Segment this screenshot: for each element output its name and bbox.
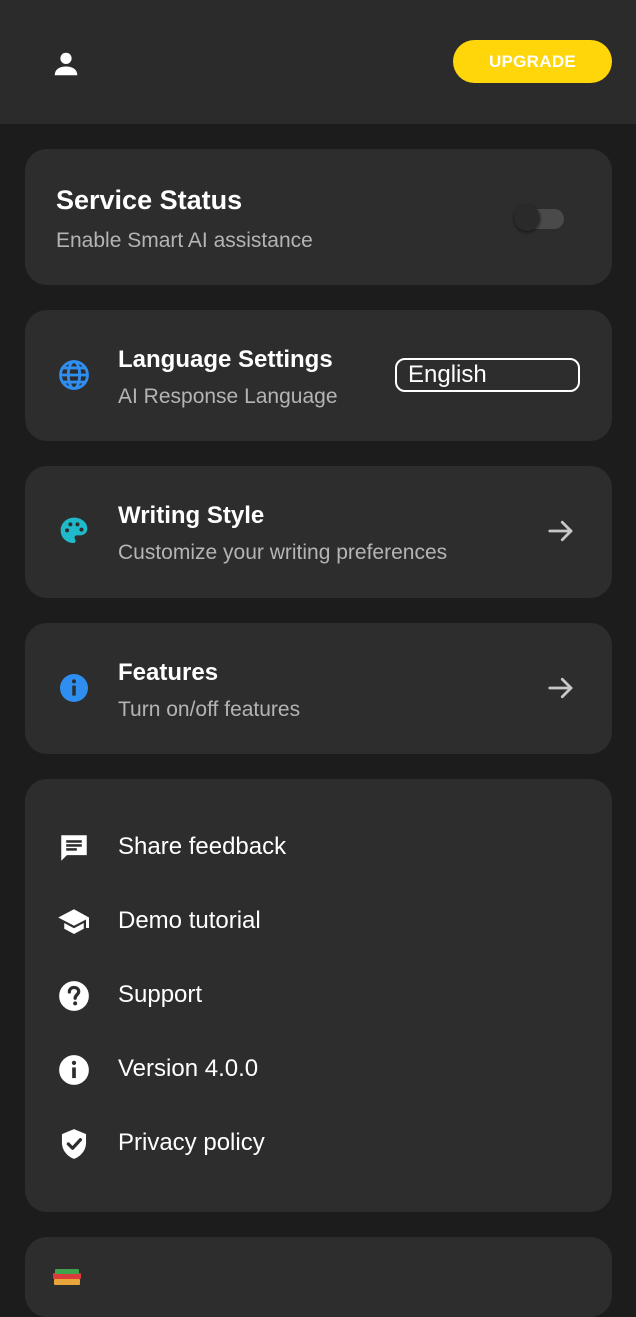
- writing-style-title: Writing Style: [118, 502, 265, 529]
- language-settings-title: Language Settings: [118, 346, 333, 373]
- language-settings-card[interactable]: Language Settings AI Response Language E…: [25, 310, 612, 441]
- menu-item-label: Support: [118, 981, 203, 1008]
- service-status-subtitle: Enable Smart AI assistance: [56, 229, 313, 252]
- palette-icon: [57, 514, 91, 548]
- feedback-icon: [55, 829, 93, 867]
- person-icon: [54, 52, 78, 76]
- top-bar: UPGRADE: [0, 0, 636, 124]
- menu-item-label: Privacy policy: [118, 1129, 265, 1156]
- menu-item-share-feedback[interactable]: Share feedback: [25, 819, 612, 875]
- upgrade-button[interactable]: UPGRADE: [453, 40, 612, 83]
- menu-item-privacy-policy[interactable]: Privacy policy: [25, 1115, 612, 1171]
- shield-check-icon: [55, 1125, 93, 1163]
- arrow-right-icon[interactable]: [545, 672, 577, 704]
- menu-card: Share feedback Demo tutorial Support Ver…: [25, 779, 612, 1212]
- profile-button[interactable]: [46, 44, 86, 84]
- features-card[interactable]: Features Turn on/off features: [25, 623, 612, 754]
- graduation-cap-icon: [55, 903, 93, 941]
- menu-item-demo-tutorial[interactable]: Demo tutorial: [25, 893, 612, 949]
- arrow-right-icon[interactable]: [545, 515, 577, 547]
- globe-icon: [57, 358, 91, 392]
- toggle-thumb: [514, 205, 540, 231]
- writing-style-card[interactable]: Writing Style Customize your writing pre…: [25, 466, 612, 598]
- service-status-title: Service Status: [56, 185, 243, 215]
- language-select[interactable]: English: [395, 358, 580, 392]
- menu-item-label: Demo tutorial: [118, 907, 261, 934]
- menu-item-version[interactable]: Version 4.0.0: [25, 1041, 612, 1097]
- menu-item-label: Version 4.0.0: [118, 1055, 259, 1082]
- menu-item-support[interactable]: Support: [25, 967, 612, 1023]
- language-settings-subtitle: AI Response Language: [118, 385, 338, 408]
- menu-item-label: Share feedback: [118, 833, 287, 860]
- features-title: Features: [118, 659, 219, 686]
- writing-style-subtitle: Customize your writing preferences: [118, 541, 448, 564]
- info-icon: [57, 671, 91, 705]
- features-subtitle: Turn on/off features: [118, 698, 301, 721]
- info-icon: [55, 1051, 93, 1089]
- help-icon: [55, 977, 93, 1015]
- service-status-toggle[interactable]: [512, 203, 566, 231]
- service-status-card: Service Status Enable Smart AI assistanc…: [25, 149, 612, 285]
- bottom-card[interactable]: [25, 1237, 612, 1317]
- books-icon: [49, 1267, 85, 1287]
